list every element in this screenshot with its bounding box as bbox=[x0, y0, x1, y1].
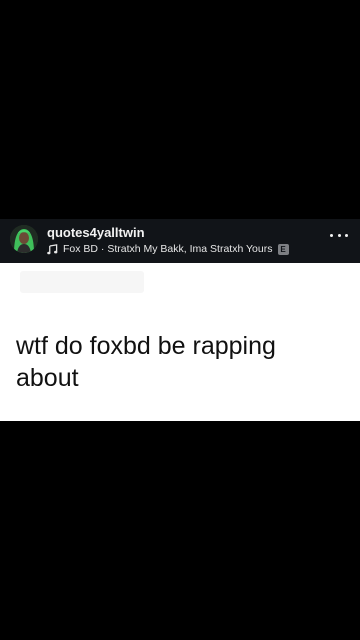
music-info[interactable]: Fox BD · Stratxh My Bakk, Ima Stratxh Yo… bbox=[47, 242, 289, 256]
more-horizontal-icon bbox=[337, 233, 341, 237]
music-note-icon bbox=[47, 243, 58, 254]
avatar[interactable] bbox=[10, 225, 38, 253]
more-options-button[interactable] bbox=[330, 229, 348, 241]
avatar-image bbox=[10, 225, 38, 253]
quote-text: wtf do foxbd be rapping about bbox=[16, 332, 276, 392]
explicit-badge: E bbox=[277, 243, 289, 255]
post-header: quotes4yalltwin Fox BD · Stratxh My Bakk… bbox=[0, 219, 360, 263]
blurred-area bbox=[20, 271, 144, 293]
username[interactable]: quotes4yalltwin bbox=[47, 225, 145, 241]
more-horizontal-icon bbox=[345, 233, 348, 237]
music-track-label: Fox BD · Stratxh My Bakk, Ima Stratxh Yo… bbox=[63, 243, 273, 255]
more-horizontal-icon bbox=[330, 233, 333, 237]
post-content-card: wtf do foxbd be rapping about bbox=[0, 263, 360, 421]
